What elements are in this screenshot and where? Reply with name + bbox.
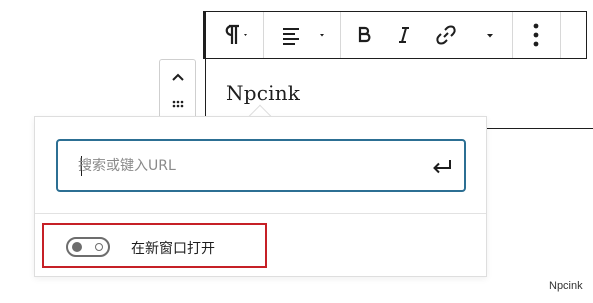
toggle-knob	[72, 242, 82, 252]
align-left-icon	[283, 28, 324, 45]
italic-button[interactable]	[386, 12, 422, 58]
bold-icon	[358, 26, 371, 43]
chevron-down-icon	[487, 34, 493, 38]
block-toolbar	[203, 11, 587, 59]
more-rich-text-button[interactable]	[478, 12, 502, 58]
align-button[interactable]	[270, 12, 330, 58]
popover-divider	[35, 213, 486, 214]
more-options-button[interactable]	[518, 12, 554, 58]
chevron-up-icon	[171, 73, 184, 81]
toggle-off-indicator	[95, 243, 103, 251]
paragraph-text[interactable]: Npcink	[226, 81, 300, 105]
toolbar-separator	[512, 12, 513, 58]
open-in-new-tab-label[interactable]: 在新窗口打开	[131, 238, 215, 258]
watermark: Npcink	[549, 280, 583, 292]
link-popover: 在新窗口打开	[34, 116, 487, 277]
toolbar-separator	[340, 12, 341, 58]
block-mover	[159, 59, 196, 121]
italic-icon	[399, 27, 409, 43]
enter-icon	[433, 160, 451, 174]
paragraph-icon	[225, 24, 247, 44]
more-vertical-icon	[533, 23, 539, 47]
bold-button[interactable]	[346, 12, 382, 58]
link-button[interactable]	[428, 12, 464, 58]
apply-link-button[interactable]	[426, 151, 458, 181]
link-icon	[436, 25, 456, 45]
toolbar-separator	[263, 12, 264, 58]
block-type-button[interactable]	[212, 12, 258, 58]
url-input-container[interactable]	[56, 139, 466, 192]
toolbar-separator	[560, 12, 561, 58]
open-in-new-tab-toggle[interactable]	[66, 237, 110, 257]
drag-handle-icon	[172, 100, 183, 108]
move-up-button[interactable]	[160, 64, 195, 90]
url-input[interactable]	[78, 152, 418, 180]
drag-handle[interactable]	[160, 92, 195, 116]
